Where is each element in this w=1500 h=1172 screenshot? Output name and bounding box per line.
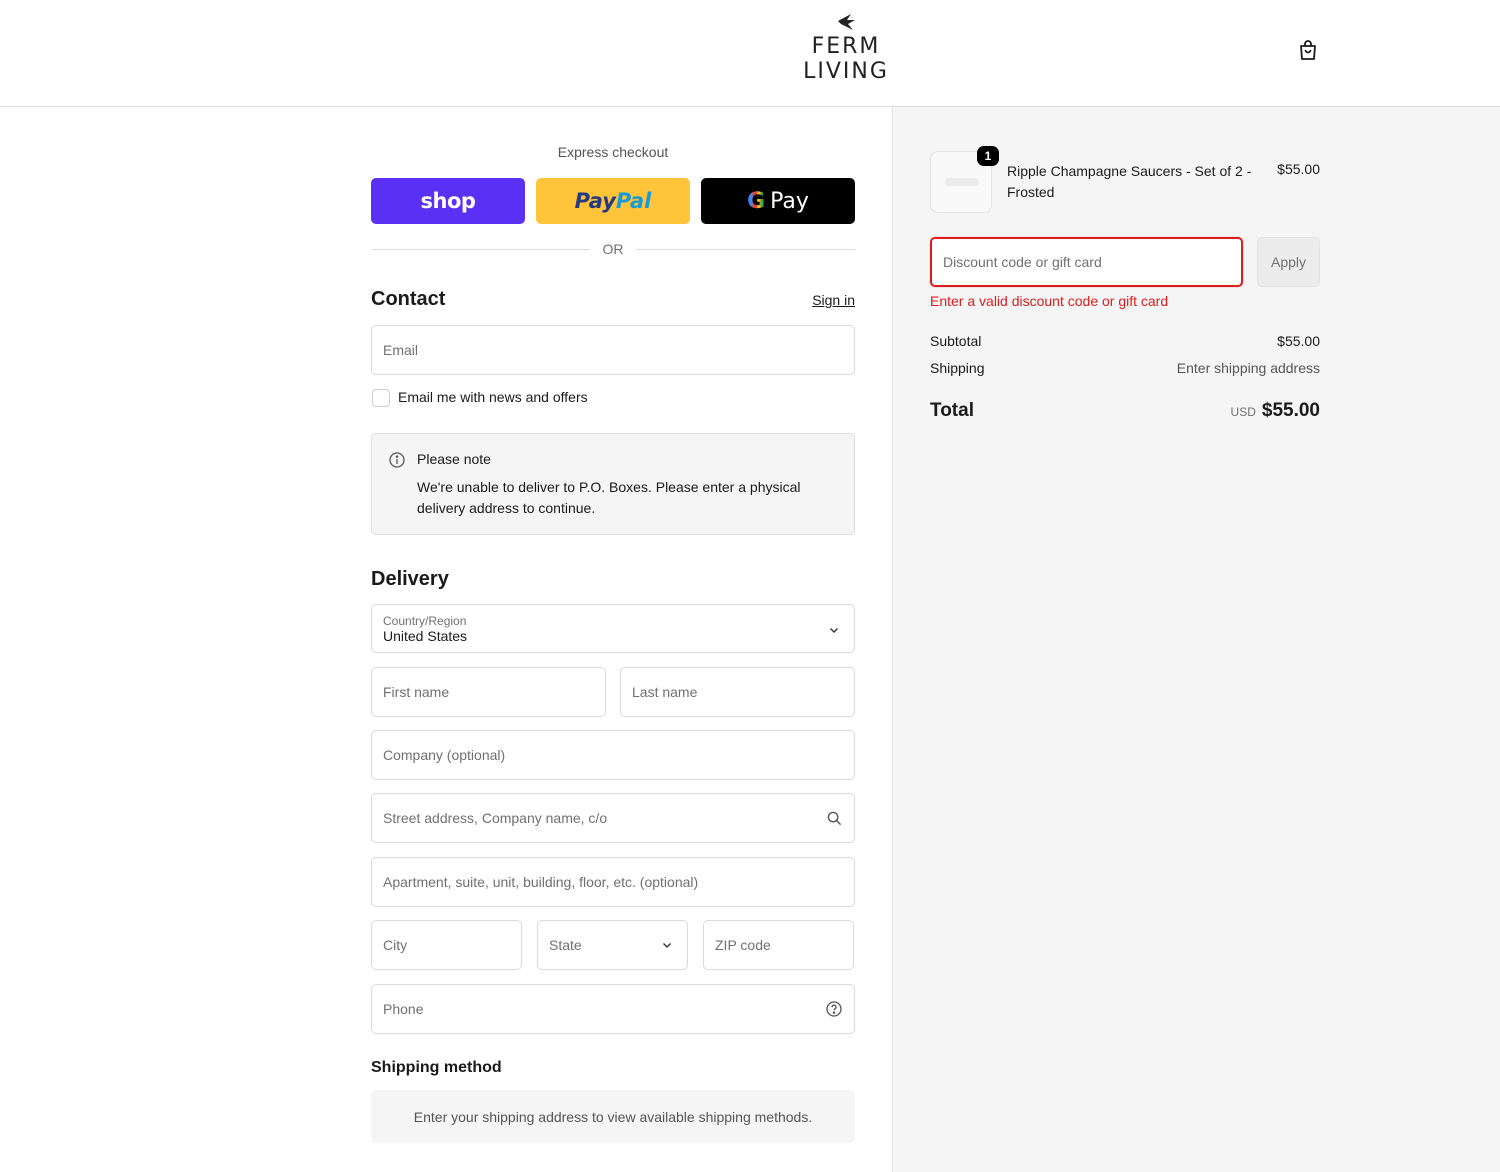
email-placeholder: Email bbox=[383, 342, 419, 358]
company-placeholder: Company (optional) bbox=[383, 747, 506, 763]
shipping-method-message: Enter your shipping address to view avai… bbox=[371, 1090, 855, 1143]
or-divider-left bbox=[371, 249, 590, 250]
city-field[interactable]: City bbox=[371, 920, 522, 970]
logo-text-line2: LIVING bbox=[803, 59, 889, 84]
zip-code-placeholder: ZIP code bbox=[715, 937, 771, 953]
notice-body: We're unable to deliver to P.O. Boxes. P… bbox=[417, 479, 801, 516]
product-name: Ripple Champagne Saucers - Set of 2 - Fr… bbox=[1007, 163, 1252, 200]
total-price: USD $55.00 bbox=[1180, 400, 1320, 422]
ferm-living-logo[interactable]: FERM LIVING bbox=[796, 12, 896, 84]
total-label: Total bbox=[930, 400, 974, 421]
shop-pay-label: shop bbox=[420, 189, 476, 213]
po-box-notice: Please note We're unable to deliver to P… bbox=[371, 433, 855, 535]
chevron-down-icon bbox=[814, 606, 854, 654]
or-divider-right bbox=[636, 249, 855, 250]
bird-logo-icon bbox=[838, 14, 855, 30]
contact-title: Contact bbox=[371, 288, 446, 310]
discount-error-message: Enter a valid discount code or gift card bbox=[930, 293, 1169, 309]
search-icon bbox=[814, 794, 854, 842]
quantity-badge: 1 bbox=[977, 146, 999, 166]
apply-discount-button[interactable]: Apply bbox=[1257, 237, 1320, 287]
product-price: $55.00 bbox=[1277, 161, 1320, 177]
street-address-field[interactable]: Street address, Company name, c/o bbox=[371, 793, 855, 843]
last-name-field[interactable]: Last name bbox=[620, 667, 855, 717]
apartment-field[interactable]: Apartment, suite, unit, building, floor,… bbox=[371, 857, 855, 907]
google-pay-button[interactable]: G Pay bbox=[701, 178, 855, 224]
paypal-button[interactable]: Pay Pal bbox=[536, 178, 690, 224]
shop-pay-button[interactable]: shop bbox=[371, 178, 525, 224]
info-icon bbox=[389, 452, 405, 473]
express-checkout-title: Express checkout bbox=[557, 144, 669, 160]
shipping-method-text: Enter your shipping address to view avai… bbox=[413, 1108, 813, 1125]
street-address-placeholder: Street address, Company name, c/o bbox=[383, 810, 608, 826]
phone-field[interactable]: Phone bbox=[371, 984, 855, 1034]
first-name-field[interactable]: First name bbox=[371, 667, 606, 717]
logo-text-line1: FERM bbox=[811, 34, 881, 59]
subtotal-value: $55.00 bbox=[1277, 333, 1320, 349]
country-select-label: Country/Region bbox=[383, 614, 467, 628]
paypal-label-pay: Pay bbox=[574, 189, 616, 213]
zip-code-field[interactable]: ZIP code bbox=[703, 920, 854, 970]
or-divider-text: OR bbox=[602, 241, 624, 257]
email-field[interactable]: Email bbox=[371, 325, 855, 375]
header: FERM LIVING bbox=[0, 0, 1500, 107]
subtotal-row: Subtotal $55.00 bbox=[930, 333, 1320, 349]
shipping-label: Shipping bbox=[930, 360, 985, 376]
discount-code-input[interactable]: Discount code or gift card bbox=[930, 237, 1243, 287]
newsletter-checkbox[interactable] bbox=[372, 389, 390, 407]
state-placeholder: State bbox=[549, 937, 582, 953]
shipping-value: Enter shipping address bbox=[1176, 360, 1320, 376]
help-circle-icon[interactable] bbox=[814, 985, 854, 1033]
company-field[interactable]: Company (optional) bbox=[371, 730, 855, 780]
google-g-icon: G bbox=[747, 188, 766, 214]
delivery-title: Delivery bbox=[371, 568, 449, 590]
apartment-placeholder: Apartment, suite, unit, building, floor,… bbox=[383, 874, 699, 890]
shopping-bag-icon[interactable] bbox=[1296, 38, 1320, 62]
paypal-label-pal: Pal bbox=[615, 189, 652, 213]
state-select[interactable]: State bbox=[537, 920, 688, 970]
country-select[interactable]: Country/Region United States bbox=[371, 604, 855, 653]
shipping-method-title: Shipping method bbox=[371, 1059, 502, 1076]
total-currency: USD bbox=[1230, 405, 1256, 419]
shipping-row: Shipping Enter shipping address bbox=[930, 360, 1320, 376]
city-placeholder: City bbox=[383, 937, 408, 953]
total-amount: $55.00 bbox=[1261, 400, 1320, 421]
chevron-down-icon bbox=[647, 921, 687, 969]
subtotal-label: Subtotal bbox=[930, 333, 982, 349]
google-pay-label: Pay bbox=[770, 188, 809, 214]
country-select-value: United States bbox=[383, 628, 468, 644]
product-image bbox=[945, 178, 979, 186]
last-name-placeholder: Last name bbox=[632, 684, 698, 700]
discount-code-placeholder: Discount code or gift card bbox=[943, 254, 1102, 270]
newsletter-label: Email me with news and offers bbox=[398, 389, 588, 405]
sign-in-link[interactable]: Sign in bbox=[790, 292, 855, 308]
first-name-placeholder: First name bbox=[383, 684, 450, 700]
notice-title: Please note bbox=[417, 451, 491, 467]
phone-placeholder: Phone bbox=[383, 1001, 424, 1017]
